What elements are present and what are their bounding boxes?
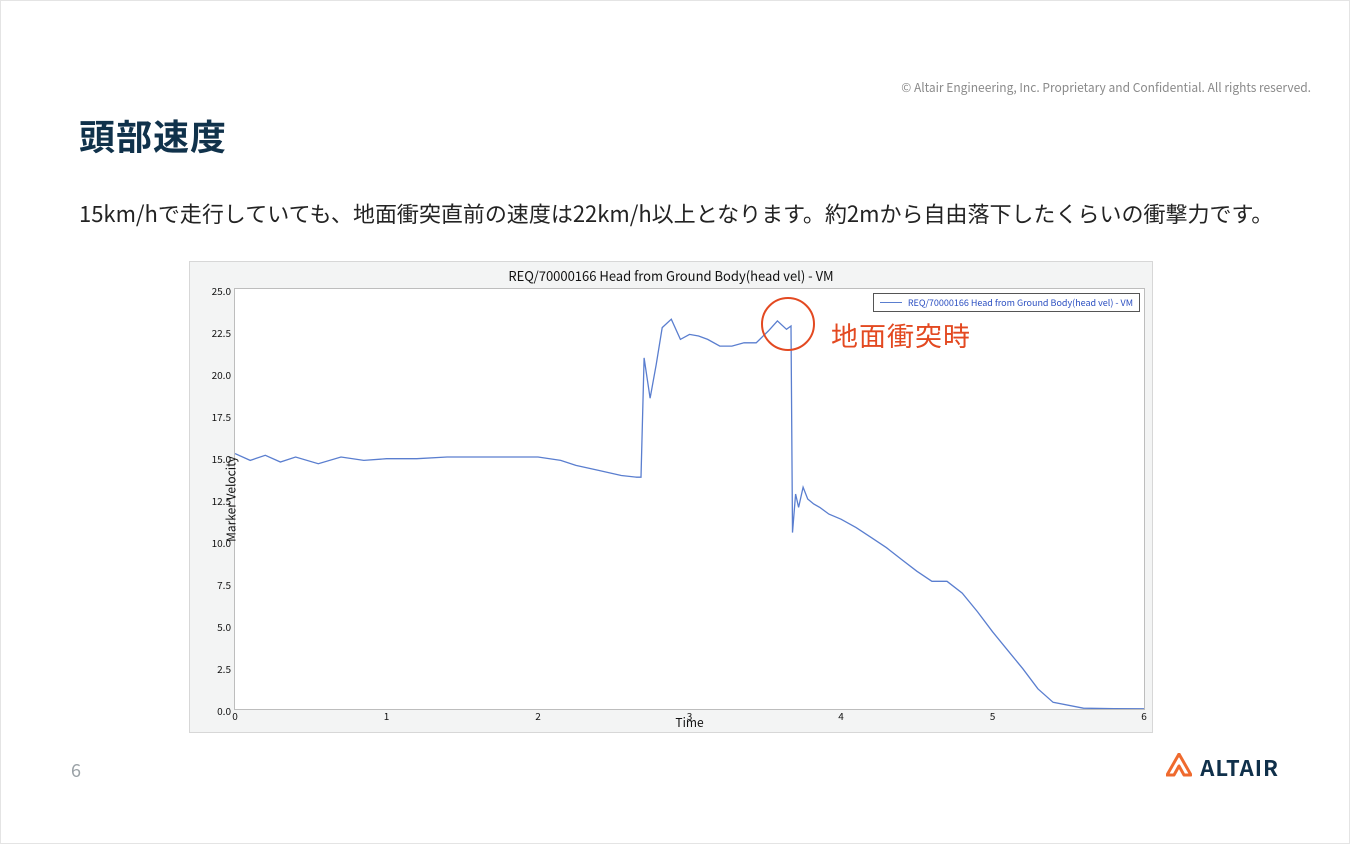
- x-tick: 6: [1141, 708, 1147, 723]
- y-tick: 7.5: [201, 577, 231, 592]
- annotation-circle: [761, 297, 815, 351]
- y-tick: 2.5: [201, 661, 231, 676]
- description-text: 15km/hで走行していても、地面衝突直前の速度は22km/h以上となります。約…: [79, 196, 1289, 230]
- x-tick: 2: [535, 708, 541, 723]
- x-tick: 5: [990, 708, 996, 723]
- page-title: 頭部速度: [79, 109, 227, 161]
- annotation-label: 地面衝突時: [831, 315, 971, 354]
- chart-title: REQ/70000166 Head from Ground Body(head …: [190, 262, 1152, 287]
- chart-plot-area: Marker Velocity Time REQ/70000166 Head f…: [234, 288, 1145, 710]
- brand: ALTAIR: [1166, 751, 1279, 783]
- altair-logo-icon: [1166, 753, 1192, 782]
- chart-line-svg: [235, 289, 1144, 709]
- x-tick: 1: [384, 708, 390, 723]
- y-tick: 12.5: [201, 493, 231, 508]
- chart-container: REQ/70000166 Head from Ground Body(head …: [189, 261, 1153, 733]
- x-tick: 3: [687, 708, 693, 723]
- y-tick: 25.0: [201, 283, 231, 298]
- y-tick: 22.5: [201, 325, 231, 340]
- copyright-text: © Altair Engineering, Inc. Proprietary a…: [901, 79, 1311, 96]
- y-tick: 15.0: [201, 451, 231, 466]
- y-tick: 0.0: [201, 703, 231, 718]
- y-tick: 20.0: [201, 367, 231, 382]
- brand-name: ALTAIR: [1200, 751, 1279, 783]
- page-number: 6: [71, 757, 81, 783]
- y-tick: 17.5: [201, 409, 231, 424]
- y-tick: 10.0: [201, 535, 231, 550]
- y-tick: 5.0: [201, 619, 231, 634]
- x-tick: 0: [232, 708, 238, 723]
- x-tick: 4: [838, 708, 844, 723]
